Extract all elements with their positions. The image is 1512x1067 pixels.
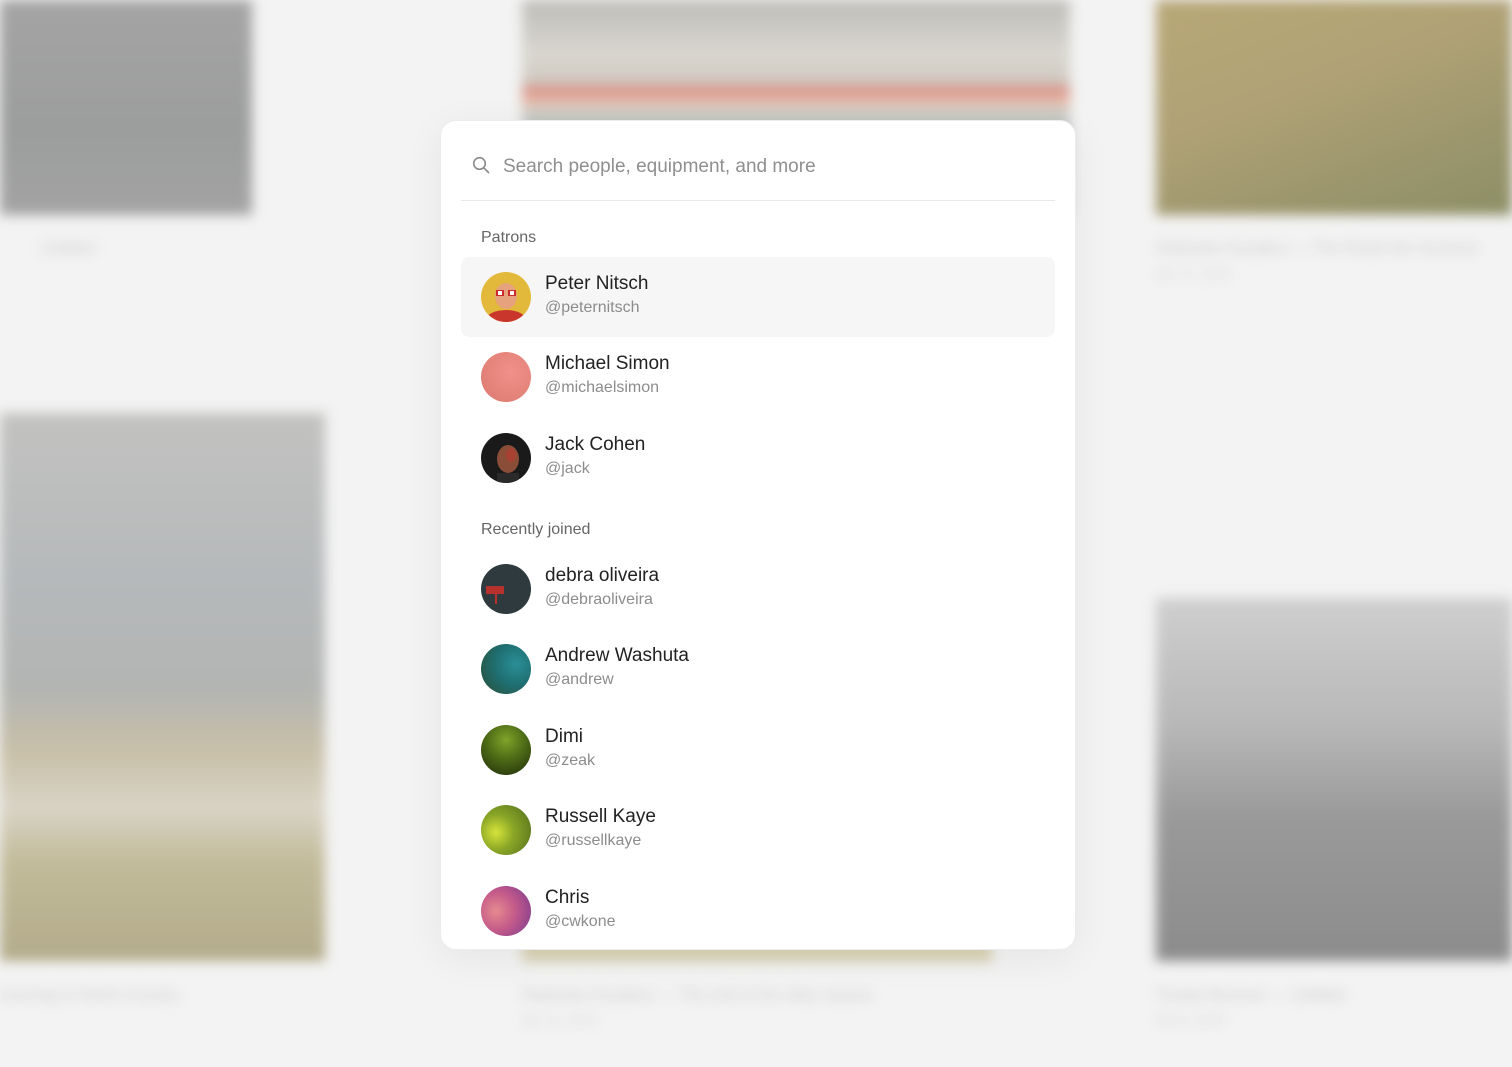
avatar (481, 272, 531, 322)
list-item[interactable]: Russell Kaye @russellkaye (461, 790, 1055, 870)
section-title-recently-joined: Recently joined (481, 521, 591, 538)
search-icon (472, 156, 490, 174)
user-name: Jack Cohen (545, 434, 646, 455)
avatar (481, 886, 531, 936)
avatar (481, 805, 531, 855)
search-modal: Patrons Peter Nitsch @peternitsch Michae… (440, 120, 1076, 950)
list-item[interactable]: Dimi @zeak (461, 710, 1055, 790)
user-name: Russell Kaye (545, 806, 656, 827)
user-handle: @russellkaye (545, 832, 642, 849)
user-handle: @cwkone (545, 913, 616, 930)
user-name: Andrew Washuta (545, 645, 689, 666)
user-handle: @andrew (545, 671, 614, 688)
list-item[interactable]: Michael Simon @michaelsimon (461, 337, 1055, 417)
search-bar (461, 121, 1055, 201)
gallery-date: Apr 12, 2023 (1156, 266, 1231, 281)
avatar (481, 564, 531, 614)
user-name: debra oliveira (545, 565, 660, 586)
avatar (481, 433, 531, 483)
gallery-photo[interactable] (1156, 0, 1512, 215)
avatar (481, 725, 531, 775)
gallery-caption: Untitled (40, 240, 95, 257)
user-handle: @zeak (545, 752, 596, 769)
section-title-patrons: Patrons (481, 229, 537, 246)
list-item[interactable]: Jack Cohen @jack (461, 418, 1055, 498)
gallery-date: Mar 8, 2023 (1156, 1012, 1226, 1027)
gallery-caption: Tondar Brenner — Untitled (1156, 987, 1346, 1004)
search-input[interactable] (501, 149, 1025, 185)
gallery-photo[interactable] (0, 413, 325, 961)
list-item[interactable]: Peter Nitsch @peternitsch (461, 257, 1055, 337)
avatar (481, 644, 531, 694)
user-handle: @jack (545, 460, 590, 477)
avatar (481, 352, 531, 402)
list-item[interactable]: debra oliveira @debraoliveira (461, 549, 1055, 629)
gallery-caption: morning in North Country (0, 987, 179, 1004)
gallery-caption: Radoslav Kazakov — The end of the dirty … (522, 987, 874, 1004)
user-handle: @michaelsimon (545, 379, 660, 396)
list-item[interactable]: Chris @cwkone (461, 871, 1055, 949)
user-name: Chris (545, 887, 590, 908)
gallery-photo[interactable] (0, 0, 252, 215)
user-name: Michael Simon (545, 353, 670, 374)
gallery-caption: Radoslav Kazakov — The Road Into Summer (1156, 240, 1480, 257)
user-name: Dimi (545, 726, 583, 747)
list-item[interactable]: Andrew Washuta @andrew (461, 629, 1055, 709)
gallery-date: Apr 12, 2023 (522, 1012, 597, 1027)
user-handle: @debraoliveira (545, 591, 653, 608)
user-name: Peter Nitsch (545, 273, 649, 294)
gallery-photo[interactable] (1156, 598, 1512, 961)
user-handle: @peternitsch (545, 299, 640, 316)
